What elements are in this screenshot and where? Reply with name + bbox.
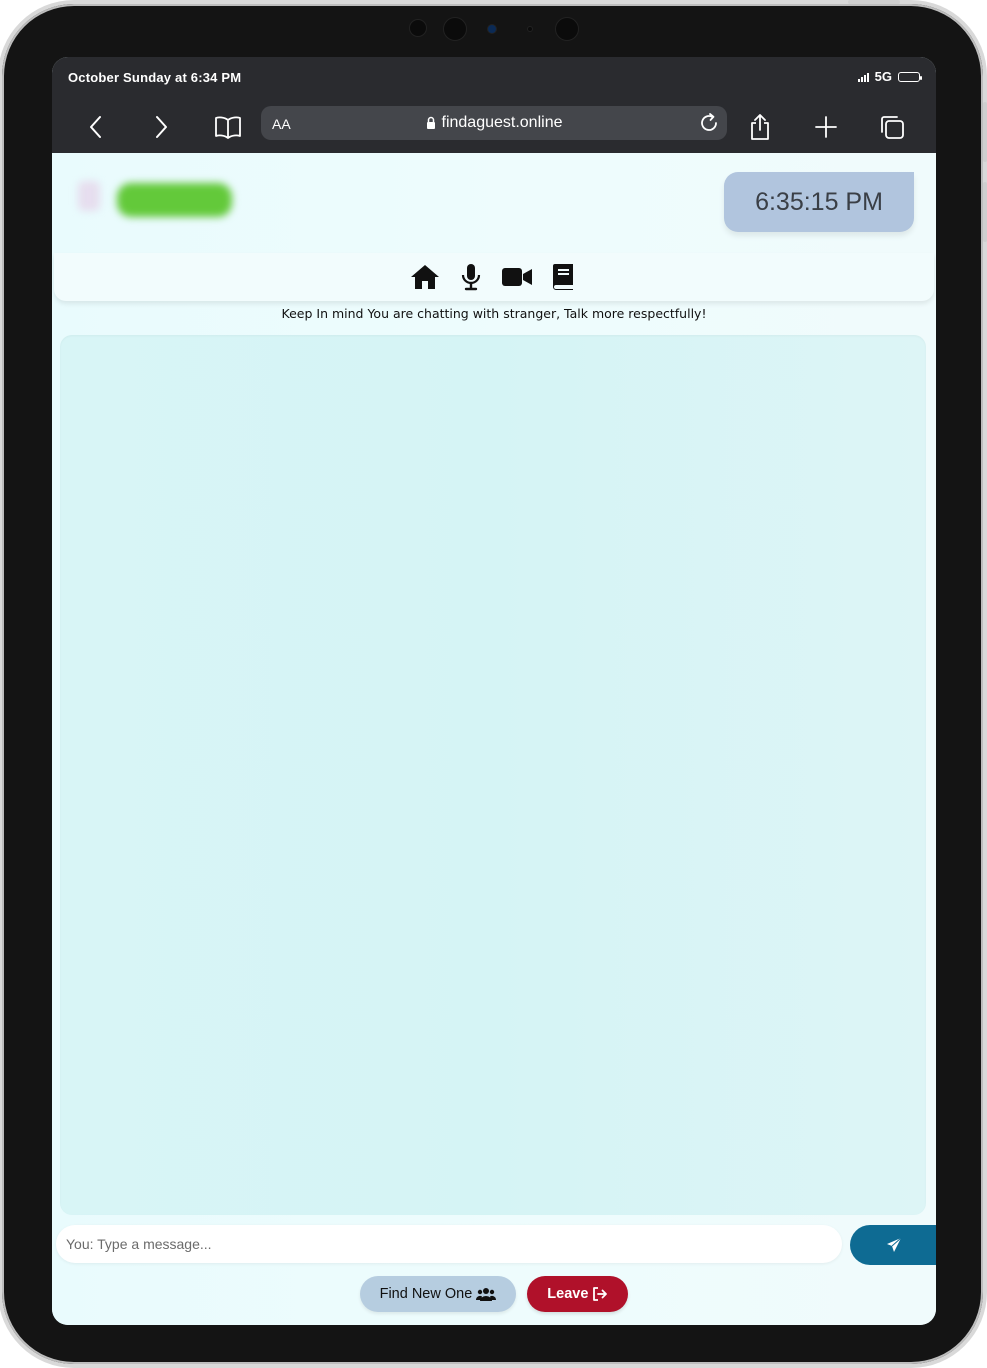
- find-new-label: Find New One: [379, 1286, 473, 1302]
- back-button[interactable]: [80, 111, 112, 143]
- clock-display: 6:35:15 PM: [724, 172, 914, 232]
- share-button[interactable]: [744, 111, 776, 143]
- action-buttons: Find New One Leave: [52, 1276, 936, 1312]
- book-icon: [553, 264, 573, 290]
- sensor-dot: [443, 17, 467, 41]
- battery-icon: [898, 71, 922, 82]
- leave-label: Leave: [547, 1286, 589, 1302]
- tablet-frame: October Sunday at 6:34 PM 5G AA findague…: [2, 0, 987, 1364]
- sensor-dot: [409, 19, 427, 37]
- status-indicators: 5G: [857, 69, 922, 84]
- screen: October Sunday at 6:34 PM 5G AA findague…: [52, 57, 936, 1325]
- sensor-dot: [555, 17, 579, 41]
- home-button[interactable]: [409, 261, 441, 293]
- url-text: findaguest.online: [441, 114, 563, 131]
- status-datetime: October Sunday at 6:34 PM: [68, 70, 242, 85]
- voice-button[interactable]: [455, 261, 487, 293]
- forward-button[interactable]: [145, 111, 177, 143]
- chat-messages-area[interactable]: [60, 335, 926, 1215]
- signal-icon: [857, 72, 869, 82]
- video-button[interactable]: [501, 261, 533, 293]
- status-bar: October Sunday at 6:34 PM 5G: [52, 57, 936, 101]
- leave-button[interactable]: Leave: [527, 1276, 629, 1312]
- paper-plane-icon: [887, 1237, 902, 1252]
- lock-icon: [426, 116, 435, 129]
- chevron-right-icon: [156, 116, 167, 138]
- nav-bar: [54, 253, 934, 301]
- send-button[interactable]: [850, 1225, 936, 1265]
- microphone-icon: [461, 264, 481, 291]
- reload-icon[interactable]: [697, 111, 721, 135]
- sensor-dot: [527, 26, 533, 32]
- front-camera: [487, 24, 497, 34]
- volume-button: [983, 102, 987, 162]
- web-page: 6:35:15 PM Keep In mind You are chatting…: [52, 153, 936, 1325]
- volume-button-lower: [983, 182, 987, 242]
- new-tab-button[interactable]: [810, 111, 842, 143]
- browser-toolbar: AA findaguest.online: [52, 101, 936, 153]
- message-input-wrapper: [56, 1225, 842, 1263]
- book-button[interactable]: [547, 261, 579, 293]
- bookmarks-button[interactable]: [212, 111, 244, 143]
- site-logo: [72, 171, 242, 223]
- respect-notice: Keep In mind You are chatting with stran…: [281, 306, 707, 321]
- open-book-icon: [215, 116, 241, 139]
- share-icon: [751, 114, 769, 140]
- tabs-button[interactable]: [876, 111, 908, 143]
- url-display[interactable]: findaguest.online: [261, 114, 727, 132]
- network-label: 5G: [874, 69, 892, 84]
- plus-icon: [815, 116, 837, 138]
- video-camera-icon: [502, 268, 532, 286]
- sign-out-icon: [593, 1287, 608, 1301]
- chevron-left-icon: [90, 116, 101, 138]
- home-icon: [411, 265, 439, 289]
- top-button: [848, 0, 900, 4]
- address-bar[interactable]: AA findaguest.online: [261, 106, 727, 140]
- tabs-overview-icon: [881, 116, 904, 139]
- find-new-button[interactable]: Find New One: [359, 1276, 517, 1312]
- message-input[interactable]: [56, 1225, 836, 1263]
- users-icon: [476, 1288, 497, 1301]
